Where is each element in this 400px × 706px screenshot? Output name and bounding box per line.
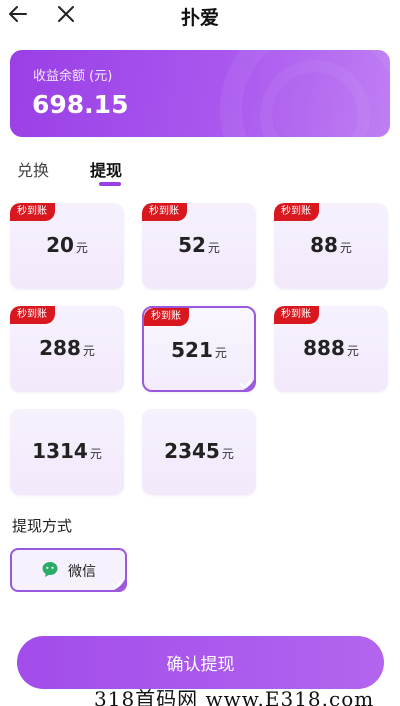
wechat-method-label: 微信 [68, 564, 96, 580]
page-title: 扑爱 [180, 7, 219, 29]
amount-unit: 元 [207, 241, 220, 255]
amount-unit: 元 [214, 346, 227, 360]
amount-value: 1314 [32, 439, 88, 463]
amount-option[interactable]: 秒到账 20 元 [10, 203, 124, 289]
watermark-text: 318首码网 www.E318.com [94, 687, 375, 706]
balance-amount: 698.15 [32, 90, 129, 119]
check-icon [111, 578, 125, 590]
instant-badge: 秒到账 [274, 306, 319, 324]
amount-option[interactable]: 秒到账 288 元 [10, 306, 124, 392]
confirm-withdraw-button[interactable]: 确认提现 [17, 636, 384, 689]
amount-value: 52 [178, 233, 206, 257]
amount-unit: 元 [346, 344, 359, 358]
amount-unit: 元 [339, 241, 352, 255]
amount-option[interactable]: 秒到账 52 元 [142, 203, 256, 289]
tab-exchange[interactable]: 兑换 [17, 157, 49, 181]
amount-value: 88 [310, 233, 338, 257]
check-icon [240, 378, 254, 390]
amount-value: 2345 [164, 439, 220, 463]
active-tab-indicator [99, 182, 121, 186]
instant-badge: 秒到账 [10, 306, 55, 324]
amount-unit: 元 [75, 241, 88, 255]
balance-label: 收益余额 (元) [33, 69, 113, 84]
amount-option[interactable]: 秒到账 888 元 [274, 306, 388, 392]
amount-unit: 元 [82, 344, 95, 358]
withdraw-method-label: 提现方式 [12, 517, 73, 535]
wechat-method-option[interactable]: 微信 [10, 548, 127, 592]
instant-badge: 秒到账 [144, 308, 189, 326]
withdraw-page: 扑爱 收益余额 (元) 698.15 兑换 提现 秒到账 20 元 秒到账 52 元… [0, 0, 400, 706]
amount-unit: 元 [221, 447, 234, 461]
amount-value: 521 [171, 338, 213, 362]
amount-value: 288 [39, 336, 81, 360]
tab-withdraw[interactable]: 提现 [90, 157, 122, 181]
instant-badge: 秒到账 [10, 203, 55, 221]
amount-unit: 元 [89, 447, 102, 461]
amount-option-selected[interactable]: 秒到账 521 元 [142, 306, 256, 392]
amount-option[interactable]: 1314 元 [10, 409, 124, 495]
amount-value: 888 [303, 336, 345, 360]
wechat-icon [42, 562, 58, 577]
top-bar: 扑爱 [0, 0, 400, 32]
amount-option[interactable]: 2345 元 [142, 409, 256, 495]
amount-option[interactable]: 秒到账 88 元 [274, 203, 388, 289]
instant-badge: 秒到账 [274, 203, 319, 221]
balance-card: 收益余额 (元) 698.15 [10, 50, 390, 137]
amount-value: 20 [46, 233, 74, 257]
instant-badge: 秒到账 [142, 203, 187, 221]
